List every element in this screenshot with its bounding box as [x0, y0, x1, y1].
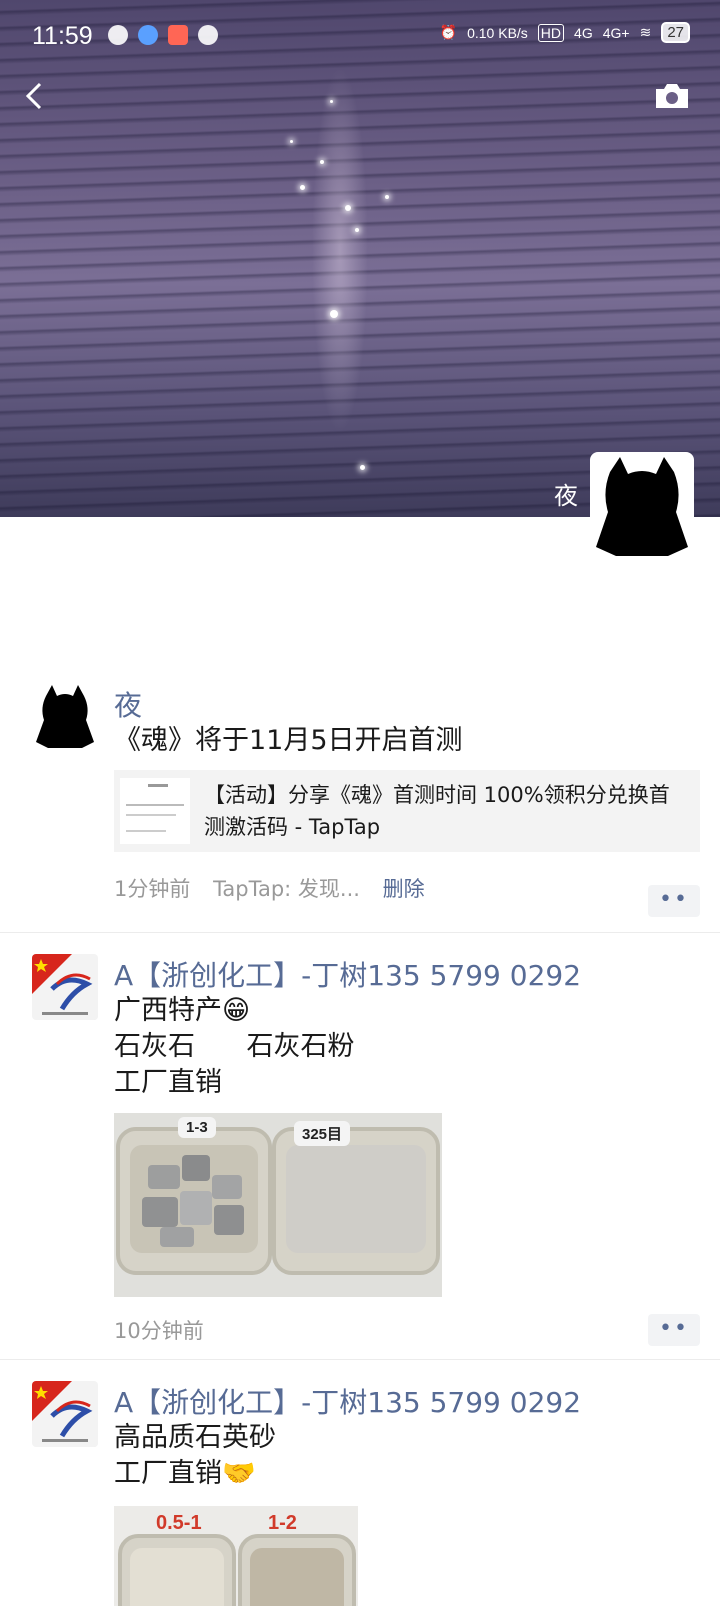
- tray-right: [272, 1127, 440, 1275]
- post-text: 《魂》将于11月5日开启首测: [114, 725, 463, 756]
- signal-4g: 4G: [574, 24, 593, 41]
- tray-right: [238, 1534, 356, 1606]
- link-title: 【活动】分享《魂》首测时间 100%领积分兑换首测激活码 - TapTap: [204, 783, 670, 839]
- image-tag: 325目: [294, 1121, 351, 1146]
- more-actions-button[interactable]: ••: [648, 1314, 700, 1346]
- post-text: 高品质石英砂 工厂直销🤝: [114, 1422, 276, 1489]
- tray-left: [118, 1534, 236, 1606]
- delete-button[interactable]: 删除: [383, 877, 425, 901]
- avatar[interactable]: [32, 954, 98, 1020]
- post-time: 1分钟前: [114, 877, 191, 901]
- net-speed: 0.10 KB/s: [467, 24, 528, 41]
- alarm-icon: ⏰: [439, 24, 458, 40]
- image-tag: 1-3: [178, 1117, 216, 1138]
- owner-avatar[interactable]: [590, 452, 694, 556]
- battery-indicator: 27: [661, 22, 690, 43]
- owner-name[interactable]: 夜: [554, 476, 578, 511]
- more-actions-button[interactable]: ••: [648, 885, 700, 917]
- status-time: 11:59: [32, 22, 93, 50]
- tray-left: [116, 1127, 272, 1275]
- post-image[interactable]: 1-3 325目: [114, 1113, 442, 1297]
- status-bar: 11:59 ⏰ 0.10 KB/s HD 4G 4G+ ≋ 27: [0, 0, 720, 72]
- avatar[interactable]: [32, 1381, 98, 1447]
- signal-4gplus: 4G+: [602, 24, 630, 41]
- post-image[interactable]: 0.5-1 1-2: [114, 1506, 358, 1606]
- moment-post: 夜 《魂》将于11月5日开启首测 【活动】分享《魂》首测时间 100%领积分兑换…: [0, 675, 720, 933]
- moments-feed: 夜 《魂》将于11月5日开启首测 【活动】分享《魂》首测时间 100%领积分兑换…: [0, 675, 720, 1606]
- hd-icon: HD: [537, 23, 565, 42]
- post-meta: 1分钟前 TapTap: 发现... 删除: [114, 873, 425, 903]
- camera-icon[interactable]: [654, 82, 690, 110]
- notification-icons: [108, 25, 218, 45]
- app-icon: [168, 25, 188, 45]
- shared-link-card[interactable]: 【活动】分享《魂》首测时间 100%领积分兑换首测激活码 - TapTap: [114, 770, 700, 852]
- post-time: 10分钟前: [114, 1319, 204, 1343]
- qq-icon: [138, 25, 158, 45]
- cover-image[interactable]: [0, 0, 720, 517]
- message-icon: [198, 25, 218, 45]
- post-source[interactable]: TapTap: 发现...: [213, 877, 360, 901]
- post-text: 广西特产😁 石灰石 石灰石粉 工厂直销: [114, 995, 355, 1098]
- author-name[interactable]: A【浙创化工】-丁树135 5799 0292: [114, 1381, 581, 1421]
- back-icon[interactable]: [20, 78, 50, 114]
- post-meta: 10分钟前: [114, 1315, 204, 1345]
- image-tag: 0.5-1: [156, 1512, 202, 1534]
- link-thumbnail: [120, 778, 190, 844]
- status-right: ⏰ 0.10 KB/s HD 4G 4G+ ≋ 27: [440, 22, 690, 43]
- moment-post: A【浙创化工】-丁树135 5799 0292 广西特产😁 石灰石 石灰石粉 工…: [0, 933, 720, 1360]
- author-name[interactable]: 夜: [114, 684, 142, 724]
- avatar[interactable]: [32, 682, 98, 748]
- author-name[interactable]: A【浙创化工】-丁树135 5799 0292: [114, 954, 581, 994]
- wifi-icon: ≋: [639, 24, 652, 40]
- image-tag: 1-2: [268, 1512, 297, 1534]
- moment-post: A【浙创化工】-丁树135 5799 0292 高品质石英砂 工厂直销🤝 0.5…: [0, 1360, 720, 1606]
- wechat-icon: [108, 25, 128, 45]
